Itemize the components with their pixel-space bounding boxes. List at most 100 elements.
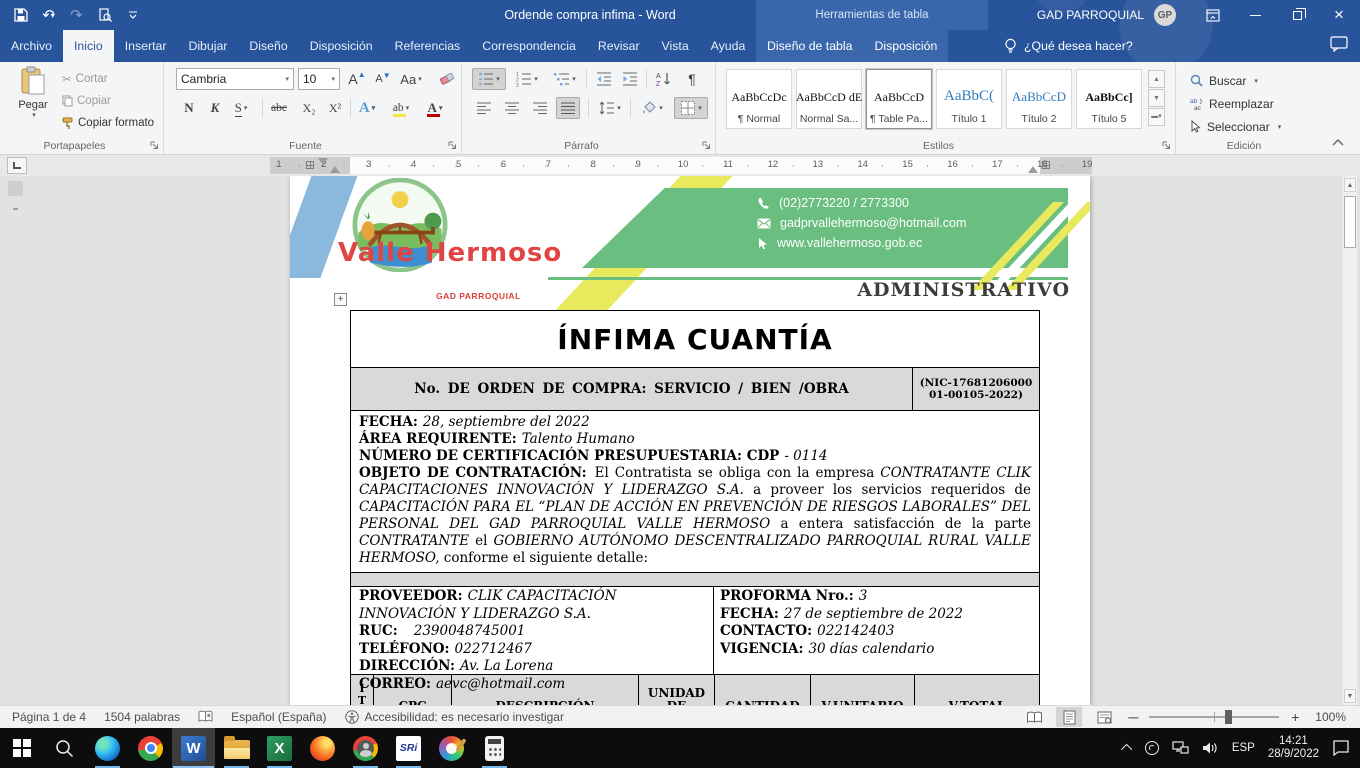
tab-disposicion-tabla[interactable]: Disposición — [863, 30, 948, 62]
line-spacing-button[interactable]: ▾ — [594, 97, 626, 119]
taskbar-chrome[interactable] — [129, 728, 172, 768]
justify-button[interactable] — [556, 97, 580, 119]
vertical-scrollbar[interactable]: ▲ ▼ — [1342, 176, 1357, 705]
print-layout-icon[interactable] — [1056, 707, 1082, 727]
volume-icon[interactable] — [1202, 741, 1219, 755]
meet-now-icon[interactable] — [1145, 741, 1159, 755]
styles-scroll-down-icon[interactable]: ▼ — [1148, 89, 1165, 107]
style-table-paragraph[interactable]: AaBbCcD ¶ Table Pa... — [866, 69, 932, 129]
replace-button[interactable]: abac Reemplazar — [1190, 93, 1274, 114]
strikethrough-button[interactable]: abc — [268, 97, 290, 119]
accessibility-status[interactable]: Accesibilidad: es necesario investigar — [345, 710, 564, 724]
order-number-row[interactable]: No. DE ORDEN DE COMPRA: SERVICIO / BIEN … — [351, 367, 1039, 410]
find-button[interactable]: Buscar▾ — [1190, 70, 1258, 91]
paste-dropdown-icon[interactable]: ▾ — [32, 111, 36, 119]
purchase-order-table[interactable]: ÍNFIMA CUANTÍA No. DE ORDEN DE COMPRA: S… — [350, 310, 1040, 705]
font-name-combo[interactable]: Cambria▾ — [176, 68, 294, 90]
paste-button[interactable]: Pegar ▾ — [10, 66, 56, 132]
tell-me-box[interactable]: ¿Qué desea hacer? — [1004, 30, 1133, 62]
tab-insertar[interactable]: Insertar — [114, 30, 178, 62]
language-indicator[interactable]: Español (España) — [231, 710, 326, 724]
taskbar-edge[interactable] — [86, 728, 129, 768]
paragraph-dialog-launcher-icon[interactable] — [702, 141, 711, 150]
zoom-in-icon[interactable]: + — [1288, 709, 1302, 725]
order-info-cell[interactable]: FECHA:28, septiembre del 2022 ÁREA REQUI… — [351, 410, 1039, 572]
style-titulo-2[interactable]: AaBbCcD Título 2 — [1006, 69, 1072, 129]
styles-dialog-launcher-icon[interactable] — [1162, 141, 1171, 150]
hanging-indent-marker[interactable] — [330, 161, 340, 173]
tab-diseno-de-tabla[interactable]: Diseño de tabla — [756, 30, 863, 62]
styles-scroll-up-icon[interactable]: ▲ — [1148, 70, 1165, 88]
clear-formatting-button[interactable] — [436, 68, 458, 90]
scroll-up-icon[interactable]: ▲ — [1344, 178, 1356, 192]
format-painter-button[interactable]: Copiar formato — [62, 113, 154, 133]
document-page[interactable]: GAD PARROQUIAL Valle Hermoso (02)2773220… — [290, 176, 1090, 705]
zoom-level[interactable]: 100% — [1315, 710, 1346, 724]
ribbon-display-options-icon[interactable] — [1192, 0, 1234, 30]
underline-dropdown-icon[interactable]: ▾ — [244, 104, 248, 112]
first-line-indent-marker[interactable] — [318, 158, 328, 170]
tab-ayuda[interactable]: Ayuda — [700, 30, 757, 62]
word-count[interactable]: 1504 palabras — [104, 710, 180, 724]
tab-archivo[interactable]: Archivo — [0, 30, 63, 62]
zoom-out-icon[interactable]: ─ — [1126, 709, 1140, 725]
tab-revisar[interactable]: Revisar — [587, 30, 651, 62]
taskbar-file-explorer[interactable] — [215, 728, 258, 768]
sort-button[interactable]: AZ — [652, 68, 676, 90]
print-preview-icon[interactable] — [92, 2, 117, 28]
borders-button[interactable]: ▾ — [674, 97, 708, 119]
grow-font-button[interactable]: A▲ — [346, 68, 368, 90]
superscript-button[interactable]: X² — [324, 97, 346, 119]
tab-disposicion[interactable]: Disposición — [299, 30, 384, 62]
undo-dropdown-icon[interactable]: ▾ — [51, 11, 55, 20]
style-normal-sa[interactable]: AaBbCcD dE Normal Sa... — [796, 69, 862, 129]
save-icon[interactable] — [8, 2, 33, 28]
close-button[interactable]: × — [1318, 0, 1360, 30]
redo-button[interactable]: ↷ — [64, 2, 89, 28]
clock[interactable]: 14:21 28/9/2022 — [1268, 735, 1319, 761]
cut-button[interactable]: ✂Cortar — [62, 69, 108, 89]
style-titulo-1[interactable]: AaBbC( Título 1 — [936, 69, 1002, 129]
tab-diseno[interactable]: Diseño — [238, 30, 298, 62]
restore-button[interactable] — [1276, 0, 1318, 30]
taskbar-excel[interactable]: X — [258, 728, 301, 768]
align-center-button[interactable] — [500, 97, 524, 119]
network-icon[interactable] — [1172, 741, 1189, 755]
font-name-dropdown-icon[interactable]: ▾ — [281, 75, 289, 83]
taskbar-paint[interactable] — [430, 728, 473, 768]
numbering-button[interactable]: 123▾ — [510, 68, 544, 90]
items-header-row[interactable]: ITEM CPC DESCRIPCIÓN UNIDAD DE MEDIDA CA… — [351, 674, 1039, 705]
document-title[interactable]: ÍNFIMA CUANTÍA — [351, 311, 1039, 367]
clipboard-dialog-launcher-icon[interactable] — [150, 141, 159, 150]
page-indicator[interactable]: Página 1 de 4 — [12, 710, 86, 724]
undo-button[interactable]: ↶▾ — [36, 2, 61, 28]
right-indent-marker[interactable] — [1028, 161, 1038, 173]
tab-referencias[interactable]: Referencias — [384, 30, 472, 62]
highlight-button[interactable]: ab▾ — [390, 97, 412, 119]
web-layout-icon[interactable] — [1091, 707, 1117, 727]
style-normal[interactable]: AaBbCcDc ¶ Normal — [726, 69, 792, 129]
tab-inicio[interactable]: Inicio — [63, 30, 114, 62]
proofing-icon[interactable] — [198, 710, 213, 724]
taskbar-sri[interactable]: SRi — [387, 728, 430, 768]
language-tray[interactable]: ESP — [1232, 742, 1255, 754]
tab-dibujar[interactable]: Dibujar — [177, 30, 238, 62]
font-dialog-launcher-icon[interactable] — [448, 141, 457, 150]
shading-button[interactable]: ▾ — [636, 97, 668, 119]
action-center-icon[interactable] — [1332, 740, 1350, 756]
select-button[interactable]: Seleccionar▾ — [1190, 116, 1281, 137]
taskbar-chrome-profile[interactable] — [344, 728, 387, 768]
tray-expand-icon[interactable] — [1121, 744, 1132, 755]
table-move-handle[interactable]: + — [334, 293, 347, 306]
underline-button[interactable]: S▾ — [230, 97, 252, 119]
font-color-button[interactable]: A▾ — [424, 97, 446, 119]
scrollbar-thumb[interactable] — [1344, 196, 1356, 248]
zoom-slider[interactable] — [1149, 716, 1279, 718]
feedback-icon[interactable] — [1330, 36, 1348, 52]
provider-row[interactable]: PROVEEDOR:CLIK CAPACITACIÓN INNOVACIÓN Y… — [351, 586, 1039, 674]
taskbar-firefox[interactable] — [301, 728, 344, 768]
zoom-slider-thumb[interactable] — [1225, 710, 1232, 724]
align-right-button[interactable] — [528, 97, 552, 119]
shrink-font-button[interactable]: A▼ — [372, 68, 394, 90]
start-button[interactable] — [0, 728, 43, 768]
